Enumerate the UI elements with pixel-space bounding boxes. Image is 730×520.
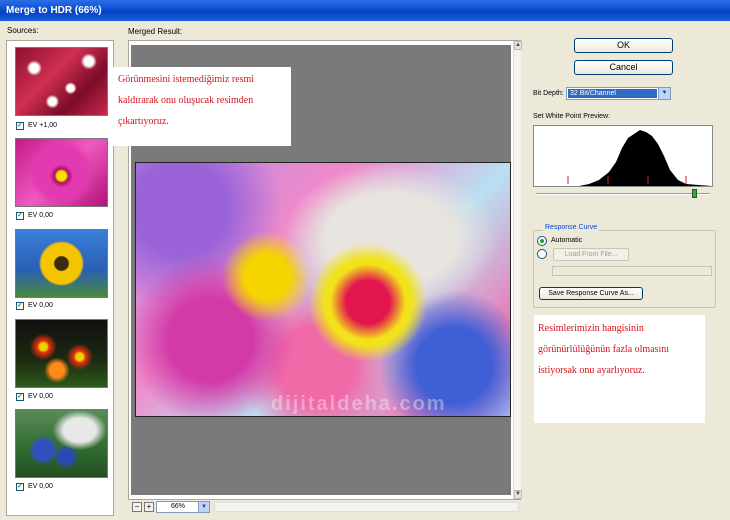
- zoom-value: 66%: [171, 503, 186, 510]
- load-from-file-radio[interactable]: [537, 249, 547, 259]
- bit-depth-value: 32 Bit/Channel: [568, 89, 657, 98]
- annotation-top-line: Görünmesini istemediğimiz resmi: [118, 74, 255, 85]
- preview-horizontal-scrollbar[interactable]: [214, 502, 519, 512]
- merged-result-label: Merged Result:: [128, 27, 183, 36]
- source-ev-label-3: EV 0,00: [28, 302, 53, 309]
- source-ev-label-1: EV +1,00: [28, 122, 57, 129]
- checkmark-icon: ✓: [17, 302, 23, 309]
- histogram-shape: [534, 130, 712, 186]
- source-checkbox-2[interactable]: ✓: [16, 212, 24, 220]
- arrow-up-icon[interactable]: ▲: [514, 41, 522, 50]
- source-checkbox-5[interactable]: ✓: [16, 483, 24, 491]
- source-checkbox-3[interactable]: ✓: [16, 302, 24, 310]
- source-thumbnail-3[interactable]: [15, 229, 108, 298]
- merged-result-image: dijitaldeha.com: [135, 162, 511, 417]
- source-ev-label-2: EV 0,00: [28, 212, 53, 219]
- zoom-in-button[interactable]: +: [144, 502, 154, 512]
- chevron-down-icon[interactable]: ▼: [658, 88, 670, 99]
- bit-depth-select[interactable]: 32 Bit/Channel ▼: [566, 87, 671, 100]
- histogram: [533, 125, 713, 187]
- source-thumbnail-5[interactable]: [15, 409, 108, 478]
- source-ev-label-5: EV 0,00: [28, 483, 53, 490]
- white-point-label: Set White Point Preview:: [533, 113, 611, 120]
- white-point-slider-track[interactable]: [536, 193, 710, 195]
- load-from-file-button[interactable]: Load From File...: [553, 248, 629, 261]
- arrow-down-icon[interactable]: ▼: [514, 490, 522, 499]
- window-titlebar: Merge to HDR (66%): [0, 0, 730, 21]
- source-ev-label-4: EV 0,00: [28, 393, 53, 400]
- automatic-label: Automatic: [551, 237, 583, 244]
- source-thumbnail-1[interactable]: [15, 47, 108, 116]
- annotation-bottom: Resimlerimizin hangisinin görünürlülüğün…: [534, 315, 705, 423]
- watermark-text: dijitaldeha.com: [271, 393, 447, 415]
- checkmark-icon: ✓: [17, 212, 23, 219]
- annotation-bottom-line: Resimlerimizin hangisinin: [538, 323, 644, 334]
- automatic-radio[interactable]: [537, 236, 547, 246]
- annotation-bottom-line: istiyorsak onu ayarlıyoruz.: [538, 365, 645, 376]
- save-response-curve-button[interactable]: Save Response Curve As...: [539, 287, 643, 300]
- checkmark-icon: ✓: [17, 393, 23, 400]
- ok-button[interactable]: OK: [574, 38, 673, 53]
- checkmark-icon: ✓: [17, 483, 23, 490]
- window-title: Merge to HDR (66%): [6, 5, 102, 16]
- source-thumbnail-4[interactable]: [15, 319, 108, 388]
- sources-list[interactable]: ✓ EV +1,00 ✓ EV 0,00 ✓ EV 0,00 ✓ EV 0,00…: [6, 40, 114, 516]
- response-curve-path-field[interactable]: [552, 266, 712, 276]
- preview-vertical-scrollbar[interactable]: ▲ ▼: [513, 41, 522, 499]
- annotation-bottom-line: görünürlülüğünün fazla olmasını: [538, 344, 670, 355]
- source-thumbnail-2[interactable]: [15, 138, 108, 207]
- source-checkbox-1[interactable]: ✓: [16, 122, 24, 130]
- annotation-top-line: çıkartıyoruz.: [118, 116, 169, 127]
- sources-label: Sources:: [7, 26, 39, 35]
- annotation-top: Görünmesini istemediğimiz resmi kaldırar…: [110, 67, 291, 146]
- zoom-bar: − + 66% ▼: [130, 500, 521, 514]
- zoom-select[interactable]: 66% ▼: [156, 501, 210, 513]
- cancel-button[interactable]: Cancel: [574, 60, 673, 75]
- annotation-top-line: kaldırarak onu oluşucak resimden: [118, 95, 254, 106]
- source-checkbox-4[interactable]: ✓: [16, 393, 24, 401]
- white-point-slider-thumb[interactable]: [692, 189, 697, 198]
- zoom-out-button[interactable]: −: [132, 502, 142, 512]
- chevron-down-icon[interactable]: ▼: [198, 502, 209, 512]
- bit-depth-label: Bit Depth:: [533, 90, 564, 97]
- checkmark-icon: ✓: [17, 122, 23, 129]
- histogram-graph: [534, 130, 712, 186]
- response-curve-title: Response Curve: [543, 224, 600, 231]
